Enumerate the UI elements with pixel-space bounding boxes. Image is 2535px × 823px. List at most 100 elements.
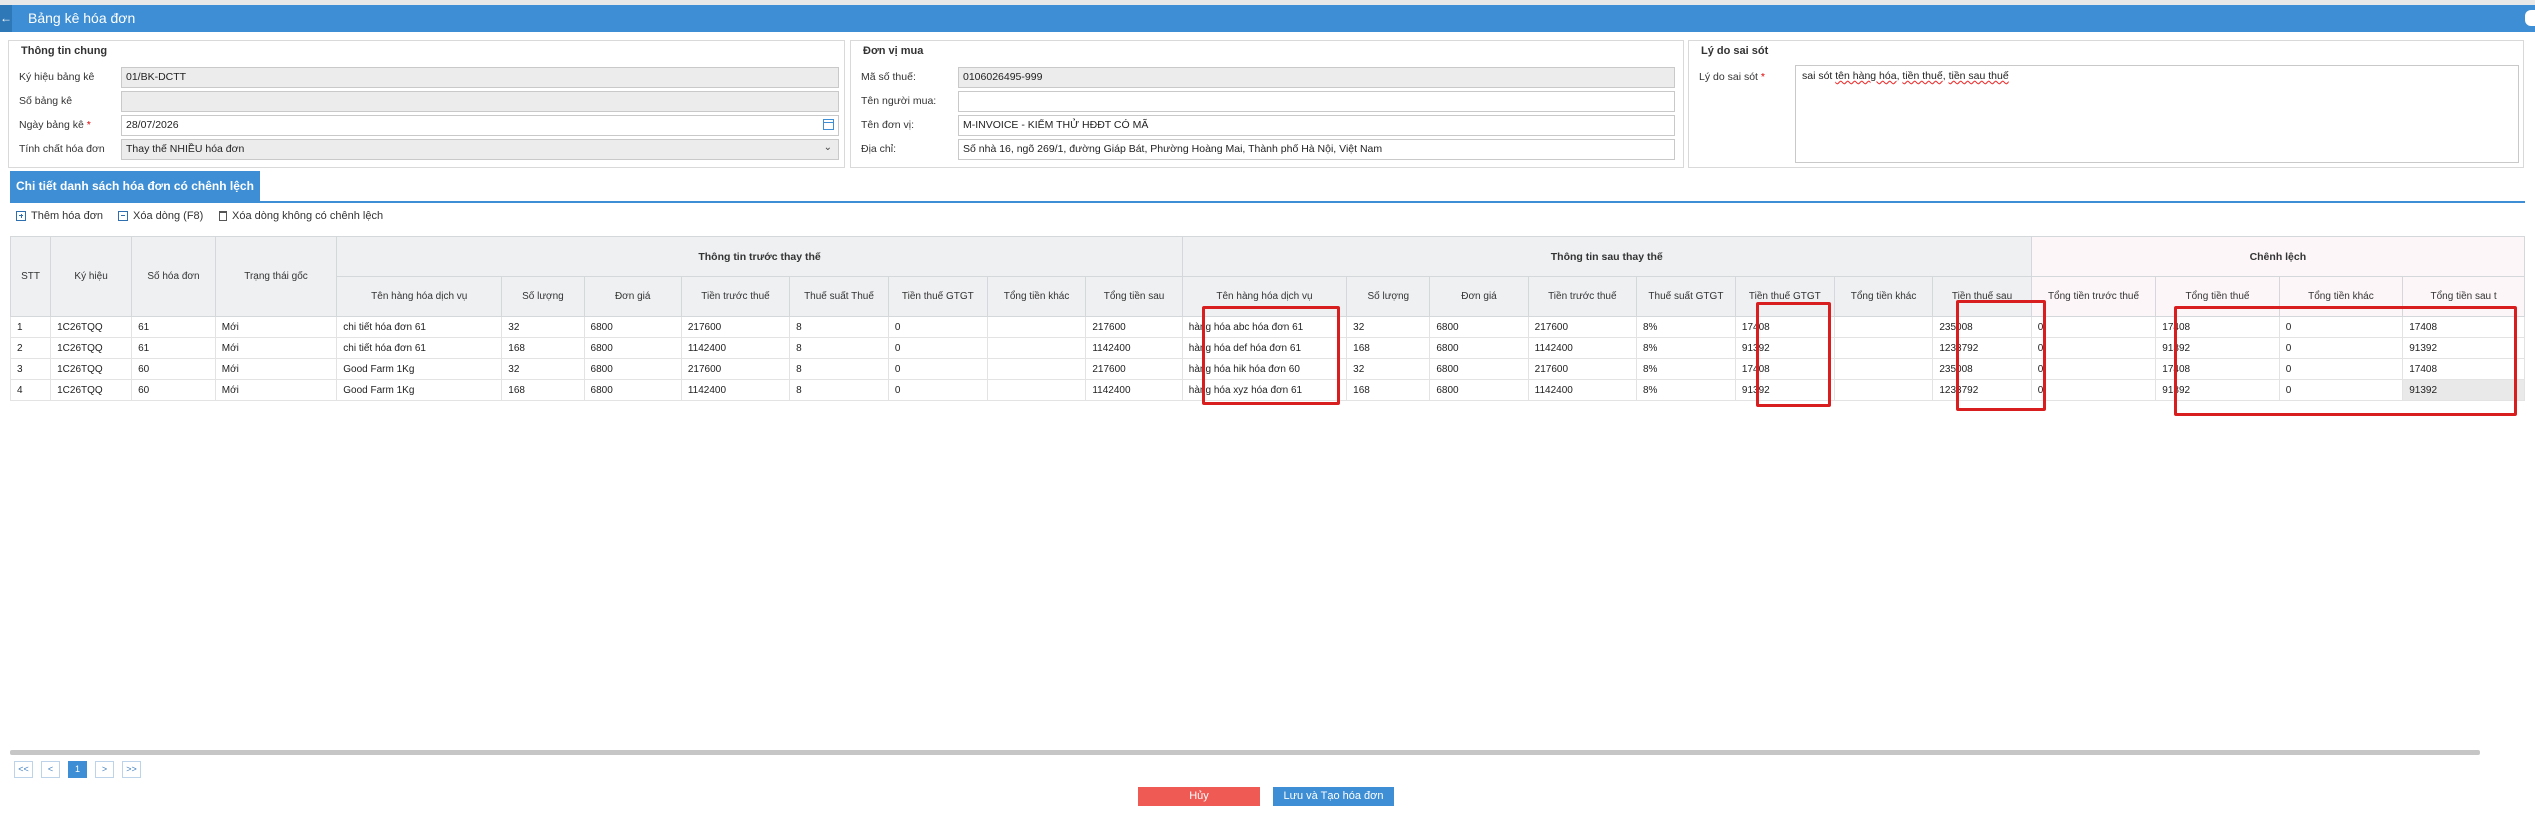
unit-field[interactable]: M-INVOICE - KIỂM THỬ HĐĐT CÓ MÃ (958, 115, 1675, 136)
table-cell[interactable]: 4 (10, 379, 52, 401)
calendar-icon[interactable] (823, 119, 834, 130)
table-cell[interactable]: 60 (131, 379, 216, 401)
table-cell[interactable]: 1C26TQQ (50, 337, 133, 359)
table-cell[interactable] (1833, 379, 1934, 401)
table-cell[interactable]: 2 (10, 337, 52, 359)
address-field[interactable]: Số nhà 16, ngõ 269/1, đường Giáp Bát, Ph… (958, 139, 1675, 160)
table-cell[interactable]: 8% (1635, 316, 1736, 338)
table-cell[interactable]: 6800 (1429, 379, 1529, 401)
table-cell[interactable]: 1142400 (1527, 379, 1637, 401)
buyer-name-field[interactable] (958, 91, 1675, 112)
table-cell[interactable]: 1 (10, 316, 52, 338)
add-invoice-button[interactable]: Thêm hóa đơn (16, 210, 103, 222)
delete-row-button[interactable]: Xóa dòng (F8) (118, 210, 203, 222)
table-cell[interactable]: 61 (131, 337, 216, 359)
table-cell[interactable]: 6800 (1429, 337, 1529, 359)
table-cell[interactable]: 0 (2030, 316, 2157, 338)
cancel-button[interactable]: Hủy (1138, 787, 1260, 806)
header-symbol: Ký hiệu (50, 236, 133, 317)
table-cell[interactable] (1833, 358, 1934, 380)
table-cell[interactable]: chi tiết hóa đơn 61 (336, 316, 503, 338)
table-cell[interactable]: 1142400 (680, 379, 791, 401)
nature-select[interactable]: Thay thế NHIỀU hóa đơn ⌄ (121, 139, 839, 160)
table-cell[interactable]: 168 (1346, 337, 1431, 359)
table-cell[interactable]: 1142400 (1085, 337, 1183, 359)
table-cell[interactable] (986, 316, 1087, 338)
reason-label: Lý do sai sót * (1699, 71, 1765, 83)
table-cell[interactable]: 6800 (1429, 316, 1529, 338)
table-cell[interactable]: Mới (214, 379, 338, 401)
table-cell[interactable]: 32 (501, 358, 585, 380)
table-cell[interactable] (1833, 316, 1934, 338)
table-cell[interactable]: 1C26TQQ (50, 379, 133, 401)
collapse-handle[interactable] (2525, 10, 2535, 26)
table-cell[interactable]: 8 (789, 316, 889, 338)
header-invoice-no: Số hóa đơn (131, 236, 216, 317)
table-cell[interactable]: 168 (501, 337, 585, 359)
table-cell[interactable]: 60 (131, 358, 216, 380)
table-cell[interactable] (986, 358, 1087, 380)
table-cell[interactable]: 6800 (583, 379, 682, 401)
last-page-button[interactable]: >> (122, 761, 141, 778)
table-cell[interactable]: 0 (2030, 358, 2157, 380)
table-cell[interactable]: 1142400 (680, 337, 791, 359)
table-cell[interactable]: 217600 (1085, 316, 1183, 338)
symbol-field[interactable]: 01/BK-DCTT (121, 67, 839, 88)
table-cell[interactable] (986, 337, 1087, 359)
table-cell[interactable]: 217600 (680, 358, 791, 380)
table-cell[interactable]: 6800 (583, 316, 682, 338)
table-cell[interactable]: 6800 (1429, 358, 1529, 380)
first-page-button[interactable]: << (14, 761, 33, 778)
table-cell[interactable]: 6800 (583, 358, 682, 380)
table-cell[interactable]: 32 (1346, 316, 1431, 338)
number-field[interactable] (121, 91, 839, 112)
table-cell[interactable]: 217600 (1527, 316, 1637, 338)
table-cell[interactable]: Mới (214, 337, 338, 359)
delete-nodiff-button[interactable]: Xóa dòng không có chênh lệch (219, 210, 383, 222)
table-cell[interactable]: 0 (887, 316, 988, 338)
table-cell[interactable]: 0 (2030, 379, 2157, 401)
table-cell[interactable]: 168 (1346, 379, 1431, 401)
table-cell[interactable]: 32 (1346, 358, 1431, 380)
table-cell[interactable]: 61 (131, 316, 216, 338)
table-cell[interactable]: 0 (887, 337, 988, 359)
table-cell[interactable]: 3 (10, 358, 52, 380)
table-cell[interactable]: 32 (501, 316, 585, 338)
table-cell[interactable]: Good Farm 1Kg (336, 379, 503, 401)
table-cell[interactable]: 1C26TQQ (50, 358, 133, 380)
current-page-button[interactable]: 1 (68, 761, 87, 778)
table-cell[interactable]: 8% (1635, 337, 1736, 359)
table-cell[interactable]: 6800 (583, 337, 682, 359)
table-cell[interactable]: 168 (501, 379, 585, 401)
table-cell[interactable]: 1142400 (1527, 337, 1637, 359)
table-cell[interactable] (986, 379, 1087, 401)
table-cell[interactable]: Good Farm 1Kg (336, 358, 503, 380)
tax-field[interactable]: 0106026495-999 (958, 67, 1675, 88)
reason-textarea[interactable]: sai sót tên hàng hóa, tiền thuế, tiền sa… (1795, 65, 2519, 163)
table-cell[interactable]: Mới (214, 316, 338, 338)
tab-detail[interactable]: Chi tiết danh sách hóa đơn có chênh lệch (10, 171, 260, 201)
prev-page-button[interactable]: < (41, 761, 60, 778)
table-cell[interactable]: 8 (789, 358, 889, 380)
table-cell[interactable]: 8% (1635, 379, 1736, 401)
field-row-buyer-name: Tên người mua: (851, 91, 1683, 113)
table-cell[interactable]: 0 (887, 379, 988, 401)
table-cell[interactable]: 0 (887, 358, 988, 380)
table-cell[interactable]: 8 (789, 337, 889, 359)
table-cell[interactable]: 217600 (680, 316, 791, 338)
table-cell[interactable]: 217600 (1085, 358, 1183, 380)
table-cell[interactable]: 1C26TQQ (50, 316, 133, 338)
table-cell[interactable]: 8 (789, 379, 889, 401)
save-create-button[interactable]: Lưu và Tạo hóa đơn (1273, 787, 1394, 806)
horizontal-scrollbar[interactable] (10, 750, 2480, 755)
back-arrow-icon[interactable]: ← (0, 5, 12, 32)
table-cell[interactable]: 1142400 (1085, 379, 1183, 401)
table-cell[interactable]: chi tiết hóa đơn 61 (336, 337, 503, 359)
table-cell[interactable]: 217600 (1527, 358, 1637, 380)
next-page-button[interactable]: > (95, 761, 114, 778)
table-cell[interactable]: Mới (214, 358, 338, 380)
table-cell[interactable] (1833, 337, 1934, 359)
date-field[interactable]: 28/07/2026 (121, 115, 839, 136)
table-cell[interactable]: 8% (1635, 358, 1736, 380)
table-cell[interactable]: 0 (2030, 337, 2157, 359)
